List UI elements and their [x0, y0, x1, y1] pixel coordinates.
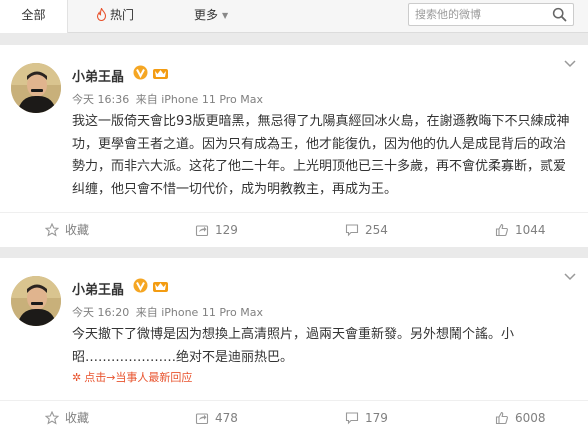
star-icon — [45, 411, 59, 425]
post-text: 今天撤下了微博是因为想換上高清照片，過兩天會重新發。另外想鬧个謠。小昭……………… — [72, 327, 515, 365]
like-count: 1044 — [515, 223, 546, 237]
comment-count: 254 — [365, 223, 388, 237]
favorite-label: 收藏 — [65, 223, 90, 237]
feed-post: 小弟王晶 今天 16:36 来自 iPhone 11 Pro Max 我这一版倚… — [0, 45, 588, 247]
verified-icon — [133, 278, 148, 293]
like-button[interactable]: 1044 — [495, 213, 546, 248]
search-icon[interactable] — [552, 7, 567, 22]
chevron-down-icon: ▼ — [222, 11, 229, 20]
like-button[interactable]: 6008 — [495, 401, 546, 435]
member-crown-icon — [153, 282, 168, 292]
comment-icon — [345, 412, 359, 425]
forward-button[interactable]: 478 — [195, 401, 238, 435]
post-time[interactable]: 今天 16:36 — [72, 93, 129, 106]
favorite-label: 收藏 — [65, 411, 90, 425]
post-actions: 收藏 478 179 6008 — [0, 400, 588, 435]
search-box — [408, 3, 574, 26]
search-input[interactable] — [415, 6, 545, 23]
forward-icon — [195, 413, 209, 425]
tab-hot-label: 热门 — [110, 8, 135, 22]
comment-button[interactable]: 179 — [345, 401, 388, 435]
forward-icon — [195, 225, 209, 237]
forward-button[interactable]: 129 — [195, 213, 238, 248]
chevron-down-icon[interactable] — [564, 273, 576, 281]
favorite-button[interactable]: 收藏 — [45, 401, 89, 435]
top-tab-bar: 全部 热门 更多 ▼ — [0, 0, 588, 33]
forward-count: 129 — [215, 223, 238, 237]
thumbs-up-icon — [495, 411, 508, 425]
tab-hot[interactable]: 热门 — [96, 0, 134, 33]
author-name[interactable]: 小弟王晶 — [72, 66, 124, 85]
avatar[interactable] — [11, 63, 61, 113]
post-meta: 今天 16:36 来自 iPhone 11 Pro Max — [72, 91, 266, 107]
feed-post: 小弟王晶 今天 16:20 来自 iPhone 11 Pro Max 今天撤下了… — [0, 258, 588, 435]
author-name[interactable]: 小弟王晶 — [72, 279, 124, 298]
tab-more-label: 更多 — [194, 8, 219, 22]
member-crown-icon — [153, 69, 168, 79]
tab-all[interactable]: 全部 — [0, 0, 68, 33]
favorite-button[interactable]: 收藏 — [45, 213, 89, 248]
thumbs-up-icon — [495, 223, 508, 237]
avatar-image — [11, 276, 61, 326]
avatar[interactable] — [11, 276, 61, 326]
comment-button[interactable]: 254 — [345, 213, 388, 248]
post-actions: 收藏 129 254 1044 — [0, 212, 588, 247]
comment-count: 179 — [365, 411, 388, 425]
avatar-image — [11, 63, 61, 113]
chevron-down-icon[interactable] — [564, 60, 576, 68]
latest-reply-link[interactable]: ✲ 点击→当事人最新回应 — [72, 369, 192, 385]
post-source: 来自 iPhone 11 Pro Max — [135, 93, 264, 106]
latest-reply-label: 点击→当事人最新回应 — [84, 371, 193, 384]
star-icon — [45, 223, 59, 237]
like-count: 6008 — [515, 411, 546, 425]
post-time[interactable]: 今天 16:20 — [72, 306, 129, 319]
comment-icon — [345, 224, 359, 237]
verified-icon — [133, 65, 148, 80]
forward-count: 478 — [215, 411, 238, 425]
sparkle-icon: ✲ — [72, 371, 82, 384]
tab-more[interactable]: 更多 ▼ — [194, 0, 228, 33]
post-source: 来自 iPhone 11 Pro Max — [135, 306, 264, 319]
post-text: 我这一版倚天會比93版更暗黑，無忌得了九陽真經回冰火島，在謝遜教晦下不只練成神功… — [72, 114, 570, 197]
post-meta: 今天 16:20 来自 iPhone 11 Pro Max — [72, 304, 266, 320]
fire-icon — [96, 8, 107, 21]
